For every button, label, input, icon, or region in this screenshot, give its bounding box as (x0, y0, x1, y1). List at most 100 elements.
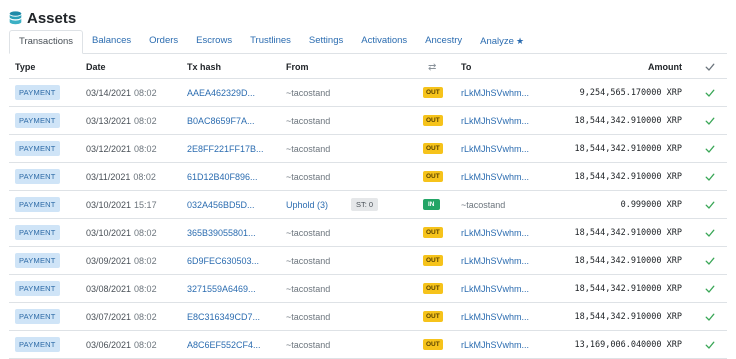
direction-cell: OUT (423, 107, 443, 134)
tab-activations[interactable]: Activations (352, 30, 416, 52)
type-badge: PAYMENT (15, 337, 60, 352)
tab-orders[interactable]: Orders (140, 30, 187, 52)
table-row[interactable]: PAYMENT 03/12/2021 08:02 2E8FF221FF17B... ~t… (9, 135, 727, 163)
database-icon (9, 11, 22, 25)
to-account[interactable]: rLkMJhSVwhm... (461, 331, 529, 358)
date-text: 03/08/2021 (86, 283, 132, 294)
tx-hash-link[interactable]: AAEA462329D... (187, 79, 255, 106)
date-text: 03/13/2021 (86, 115, 132, 126)
tx-hash-link[interactable]: 61D12B40F896... (187, 163, 258, 190)
type-cell: PAYMENT (15, 163, 60, 190)
to-account[interactable]: rLkMJhSVwhm... (461, 247, 529, 274)
to-account[interactable]: rLkMJhSVwhm... (461, 79, 529, 106)
tx-hash-link[interactable]: B0AC8659F7A... (187, 107, 255, 134)
amount-value: 18,544,342.910000 XRP (574, 311, 682, 322)
date-cell: 03/08/2021 08:02 (86, 275, 157, 302)
tab-settings[interactable]: Settings (300, 30, 352, 52)
table-row[interactable]: PAYMENT 03/10/2021 08:02 365B39055801... ~ta… (9, 219, 727, 247)
time-text: 08:02 (134, 255, 157, 266)
date-text: 03/10/2021 (86, 199, 132, 210)
status-cell (705, 331, 715, 358)
type-badge: PAYMENT (15, 281, 60, 296)
direction-badge: OUT (423, 283, 443, 294)
amount-value: 18,544,342.910000 XRP (574, 171, 682, 182)
tab-analyze[interactable]: Analyze ★ (471, 30, 533, 52)
table-row[interactable]: PAYMENT 03/06/2021 08:02 A8C6EF552CF4... ~ta… (9, 331, 727, 359)
check-icon (705, 341, 715, 349)
tx-hash-link[interactable]: 3271559A6469... (187, 275, 256, 302)
tab-transactions[interactable]: Transactions (9, 30, 84, 54)
to-account[interactable]: rLkMJhSVwhm... (461, 303, 529, 330)
transactions-table-body: PAYMENT 03/14/2021 08:02 AAEA462329D... ~tac… (9, 79, 727, 359)
tx-hash-link[interactable]: A8C6EF552CF4... (187, 331, 261, 358)
amount-value: 18,544,342.910000 XRP (574, 283, 682, 294)
direction-badge: OUT (423, 115, 443, 126)
type-cell: PAYMENT (15, 303, 60, 330)
to-account[interactable]: rLkMJhSVwhm... (461, 163, 529, 190)
tx-hash-link[interactable]: 365B39055801... (187, 219, 256, 246)
check-icon (705, 145, 715, 153)
table-row[interactable]: PAYMENT 03/11/2021 08:02 61D12B40F896... ~ta… (9, 163, 727, 191)
from-account[interactable]: Uphold (3) (286, 191, 328, 218)
to-account[interactable]: rLkMJhSVwhm... (461, 107, 529, 134)
status-cell (705, 275, 715, 302)
time-text: 08:02 (134, 115, 157, 126)
from-account: ~tacostand (286, 339, 331, 350)
direction-badge: OUT (423, 87, 443, 98)
from-account: ~tacostand (286, 255, 331, 266)
column-header-type[interactable]: Type (15, 56, 35, 78)
direction-cell: OUT (423, 163, 443, 190)
check-icon (705, 201, 715, 209)
swap-direction-icon[interactable]: ⇄ (428, 56, 436, 78)
column-header-to[interactable]: To (461, 56, 471, 78)
table-row[interactable]: PAYMENT 03/08/2021 08:02 3271559A6469... ~ta… (9, 275, 727, 303)
type-cell: PAYMENT (15, 219, 60, 246)
tx-hash-link[interactable]: 032A456BD5D... (187, 191, 255, 218)
date-cell: 03/12/2021 08:02 (86, 135, 157, 162)
date-cell: 03/13/2021 08:02 (86, 107, 157, 134)
tab-balances[interactable]: Balances (83, 30, 140, 52)
table-row[interactable]: PAYMENT 03/14/2021 08:02 AAEA462329D... ~tac… (9, 79, 727, 107)
type-cell: PAYMENT (15, 79, 60, 106)
star-icon: ★ (515, 36, 525, 46)
to-account[interactable]: rLkMJhSVwhm... (461, 219, 529, 246)
column-header-tx-hash[interactable]: Tx hash (187, 56, 221, 78)
status-cell (705, 79, 715, 106)
tx-hash-link[interactable]: 2E8FF221FF17B... (187, 135, 264, 162)
amount-value: 9,254,565.170000 XRP (579, 87, 682, 98)
time-text: 08:02 (134, 311, 157, 322)
date-cell: 03/07/2021 08:02 (86, 303, 157, 330)
tab-ancestry[interactable]: Ancestry (416, 30, 471, 52)
time-text: 08:02 (134, 339, 157, 350)
to-account[interactable]: rLkMJhSVwhm... (461, 275, 529, 302)
direction-badge: OUT (423, 311, 443, 322)
tx-hash-link[interactable]: E8C316349CD7... (187, 303, 260, 330)
to-account: ~tacostand (461, 199, 506, 210)
tab-escrows[interactable]: Escrows (187, 30, 241, 52)
date-text: 03/11/2021 (86, 171, 131, 182)
tab-analyze-label: Analyze (480, 36, 514, 47)
date-text: 03/06/2021 (86, 339, 132, 350)
type-cell: PAYMENT (15, 247, 60, 274)
tab-trustlines[interactable]: Trustlines (241, 30, 300, 52)
from-account: ~tacostand (286, 115, 331, 126)
amount-value: 0.999000 XRP (620, 199, 682, 210)
type-cell: PAYMENT (15, 135, 60, 162)
column-header-status[interactable] (705, 56, 715, 78)
direction-cell: OUT (423, 79, 443, 106)
table-row[interactable]: PAYMENT 03/10/2021 15:17 032A456BD5D... Upho… (9, 191, 727, 219)
type-badge: PAYMENT (15, 141, 60, 156)
type-badge: PAYMENT (15, 197, 60, 212)
amount-value: 18,544,342.910000 XRP (574, 115, 682, 126)
column-header-date[interactable]: Date (86, 56, 106, 78)
table-row[interactable]: PAYMENT 03/09/2021 08:02 6D9FEC630503... ~ta… (9, 247, 727, 275)
date-cell: 03/09/2021 08:02 (86, 247, 157, 274)
column-header-from[interactable]: From (286, 56, 309, 78)
column-header-amount[interactable]: Amount (648, 56, 682, 78)
to-account[interactable]: rLkMJhSVwhm... (461, 135, 529, 162)
type-cell: PAYMENT (15, 191, 60, 218)
table-row[interactable]: PAYMENT 03/07/2021 08:02 E8C316349CD7... ~ta… (9, 303, 727, 331)
tab-bar: Transactions Balances Orders Escrows Tru… (9, 30, 727, 54)
tx-hash-link[interactable]: 6D9FEC630503... (187, 247, 259, 274)
table-row[interactable]: PAYMENT 03/13/2021 08:02 B0AC8659F7A... ~tac… (9, 107, 727, 135)
